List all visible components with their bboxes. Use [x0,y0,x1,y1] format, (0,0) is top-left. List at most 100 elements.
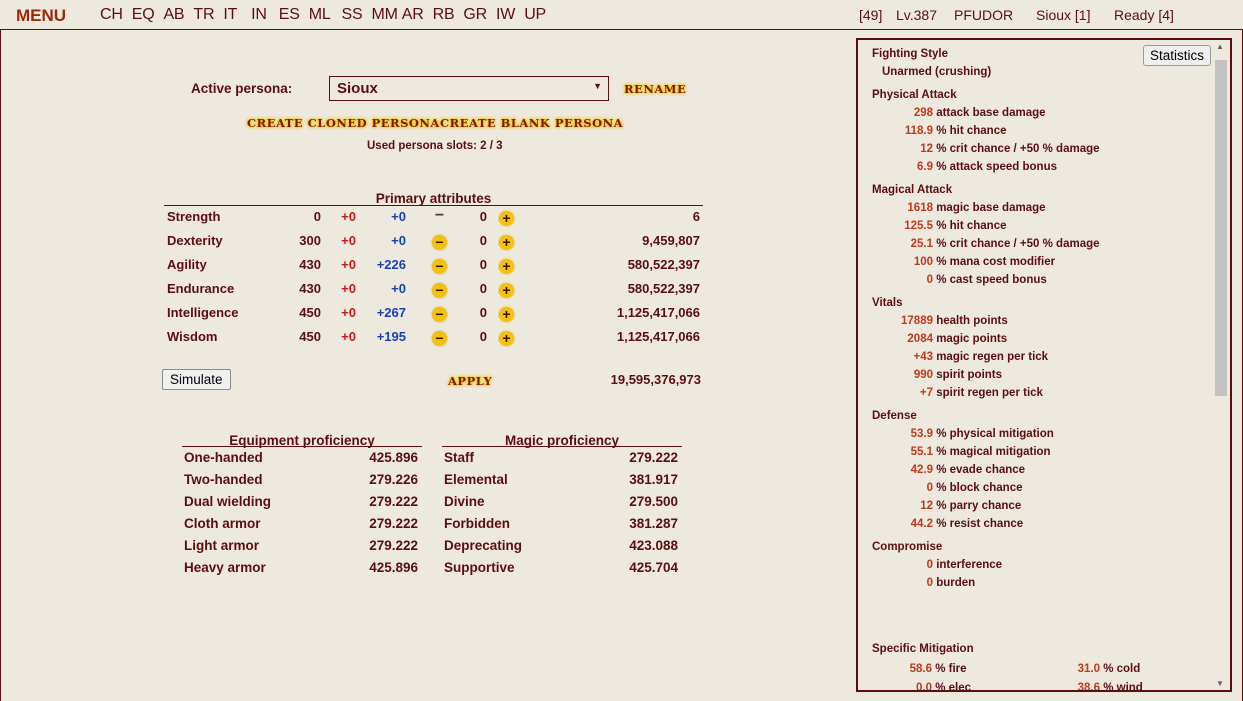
proficiency-name: Supportive [444,560,515,575]
magic-proficiency-row: Deprecating 423.088 [442,538,682,558]
attribute-bonus: +0 [341,209,356,224]
proficiency-name: Light armor [184,538,260,553]
plus-icon[interactable]: + [499,331,514,346]
proficiency-value: 425.704 [629,560,678,575]
rename-button[interactable]: RENAME [624,82,686,96]
proficiency-value: 425.896 [369,560,418,575]
statistics-button[interactable]: Statistics [1143,45,1212,66]
attribute-row: Wisdom 450 +0 +195 − 0 +1,125,417,066 [167,329,703,349]
status-persona[interactable]: Sioux [1] [1036,7,1090,23]
stats-scrollbar[interactable]: ▲ ▼ [1214,42,1228,688]
minus-icon[interactable]: − [432,331,447,346]
stat-label: % elec [935,682,972,692]
status-ready[interactable]: Ready [4] [1114,7,1174,23]
status-count: [49] [859,7,883,23]
minus-icon[interactable]: − [432,283,447,298]
stat-line: 0.0 % elec [878,682,972,692]
stat-value: 17889 [901,315,933,327]
nav-mm[interactable]: MM [372,6,398,24]
stat-value: 990 [913,369,933,381]
attribute-allocated: 0 [479,257,487,272]
stat-line: 53.9 % physical mitigation [878,428,1054,440]
stat-label: % evade chance [936,464,1026,476]
stat-label: % magical mitigation [936,446,1051,458]
stat-value: 12 [920,143,933,155]
simulate-button[interactable]: Simulate [162,369,231,390]
stat-label: health points [936,315,1008,327]
stat-label: magic regen per tick [936,351,1049,363]
nav-gr[interactable]: GR [463,6,487,24]
menu-button[interactable]: MENU [16,6,66,26]
stat-label: % hit chance [936,125,1007,137]
equipment-proficiency-row: One-handed 425.896 [182,450,422,470]
nav-in[interactable]: IN [251,6,267,24]
stat-line: 12 % parry chance [878,500,1021,512]
nav-up[interactable]: UP [524,6,546,24]
attribute-base: 300 [299,233,321,248]
create-cloned-persona-button[interactable]: CREATE CLONED PERSONA [247,116,440,130]
minus-icon[interactable]: − [432,307,447,322]
stat-line: 38.6 % wind [1058,682,1143,692]
attribute-cost: 580,522,397 [627,257,700,272]
scroll-thumb[interactable] [1215,60,1227,396]
stat-label: spirit points [936,369,1003,381]
minus-icon[interactable]: − [432,235,447,250]
nav-ab[interactable]: AB [163,6,184,24]
minus-icon[interactable]: − [432,259,447,274]
scroll-down-icon[interactable]: ▼ [1216,679,1224,688]
nav-rb[interactable]: RB [433,6,455,24]
magic-proficiency-title: Magic proficiency [442,433,682,448]
plus-icon[interactable]: + [499,211,514,226]
proficiency-name: One-handed [184,450,263,465]
magic-proficiency-row: Staff 279.222 [442,450,682,470]
nav-it[interactable]: IT [223,6,237,24]
stats-panel[interactable]: Statistics ▲ ▼ Fighting Style Unarmed (cr… [856,38,1232,692]
stat-value: 12 [920,500,933,512]
minus-icon[interactable]: − [432,208,447,226]
attribute-cost: 1,125,417,066 [616,329,700,344]
proficiency-name: Two-handed [184,472,263,487]
stat-label: % parry chance [936,500,1022,512]
stats-section-title: Vitals [872,297,903,309]
stat-line: 31.0 % cold [1058,663,1141,675]
create-blank-persona-button[interactable]: CREATE BLANK PERSONA [440,116,623,130]
proficiency-name: Divine [444,494,485,509]
persona-select[interactable]: Sioux ▼ [329,76,609,101]
attribute-allocated: 0 [479,305,487,320]
stat-line: 298 attack base damage [878,107,1046,119]
stat-label: spirit regen per tick [936,387,1043,399]
nav-eq[interactable]: EQ [132,6,155,24]
stat-label: % wind [1103,682,1143,692]
apply-button[interactable]: APPLY [448,374,492,388]
scroll-up-icon[interactable]: ▲ [1216,42,1224,51]
nav-es[interactable]: ES [279,6,300,24]
magic-proficiency-row: Forbidden 381.287 [442,516,682,536]
nav-tr[interactable]: TR [193,6,214,24]
proficiency-value: 423.088 [629,538,678,553]
attribute-base: 430 [299,257,321,272]
attribute-base: 0 [313,209,321,224]
plus-icon[interactable]: + [499,307,514,322]
nav-ar[interactable]: AR [402,6,424,24]
stat-line: 100 % mana cost modifier [878,256,1055,268]
equipment-proficiency-row: Heavy armor 425.896 [182,560,422,580]
nav-ch[interactable]: CH [100,6,123,24]
attribute-base: 430 [299,281,321,296]
total-cost: 19,595,376,973 [610,372,701,387]
magic-proficiency-row: Elemental 381.917 [442,472,682,492]
stat-line: 17889 health points [878,315,1008,327]
stat-label: % cast speed bonus [936,274,1047,286]
nav-iw[interactable]: IW [496,6,515,24]
stat-value: 25.1 [910,238,933,250]
plus-icon[interactable]: + [499,283,514,298]
plus-icon[interactable]: + [499,259,514,274]
nav-ss[interactable]: SS [342,6,363,24]
nav-ml[interactable]: ML [309,6,331,24]
plus-icon[interactable]: + [499,235,514,250]
stat-line: 990 spirit points [878,369,1002,381]
stat-value: +7 [919,387,933,399]
proficiency-name: Deprecating [444,538,523,553]
stat-line: 125.5 % hit chance [878,220,1006,232]
stat-label: % resist chance [936,518,1024,530]
persona-slots: Used persona slots: 2 / 3 [367,140,503,152]
